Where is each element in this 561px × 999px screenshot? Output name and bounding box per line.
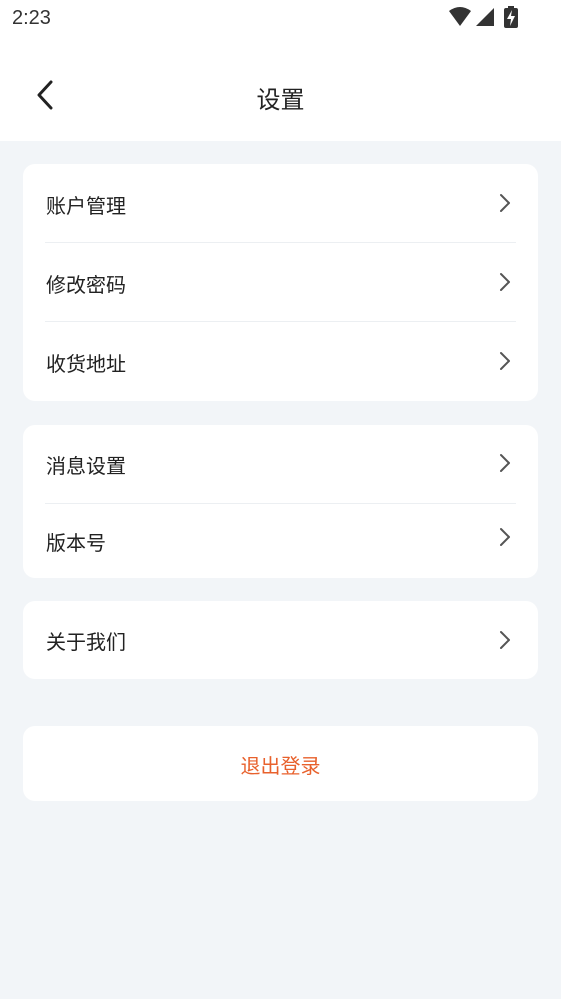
chevron-right-icon xyxy=(500,273,510,291)
settings-item-label: 修改密码 xyxy=(46,273,126,297)
cellular-signal-icon xyxy=(476,8,494,26)
settings-item-change-password[interactable]: 修改密码 xyxy=(23,243,538,321)
settings-item-label: 版本号 xyxy=(46,531,106,555)
battery-charging-icon xyxy=(504,6,518,28)
logout-card: 退出登录 xyxy=(23,726,538,801)
settings-item-version[interactable]: 版本号 xyxy=(23,504,538,578)
settings-group-about: 关于我们 xyxy=(23,601,538,679)
settings-item-about-us[interactable]: 关于我们 xyxy=(23,601,538,679)
settings-item-label: 消息设置 xyxy=(46,454,126,478)
settings-item-label: 关于我们 xyxy=(46,630,126,654)
settings-item-message-settings[interactable]: 消息设置 xyxy=(23,425,538,503)
settings-group-app: 消息设置 版本号 xyxy=(23,425,538,578)
chevron-right-icon xyxy=(500,454,510,472)
wifi-icon xyxy=(449,7,471,26)
settings-group-account: 账户管理 修改密码 收货地址 xyxy=(23,164,538,401)
chevron-right-icon xyxy=(500,528,510,546)
nav-bar: 设置 xyxy=(0,60,561,132)
settings-item-account-management[interactable]: 账户管理 xyxy=(23,164,538,242)
status-icons xyxy=(448,6,528,30)
page-title: 设置 xyxy=(256,86,305,114)
top-area: 2:23 设置 xyxy=(0,0,561,141)
settings-item-label: 收货地址 xyxy=(46,352,126,376)
logout-button[interactable]: 退出登录 xyxy=(23,726,538,801)
status-bar: 2:23 xyxy=(0,0,561,40)
logout-label: 退出登录 xyxy=(240,754,321,778)
settings-item-label: 账户管理 xyxy=(46,194,126,218)
chevron-right-icon xyxy=(500,631,510,649)
chevron-right-icon xyxy=(500,352,510,370)
status-time: 2:23 xyxy=(12,7,51,29)
chevron-right-icon xyxy=(500,194,510,212)
settings-item-shipping-address[interactable]: 收货地址 xyxy=(23,322,538,401)
